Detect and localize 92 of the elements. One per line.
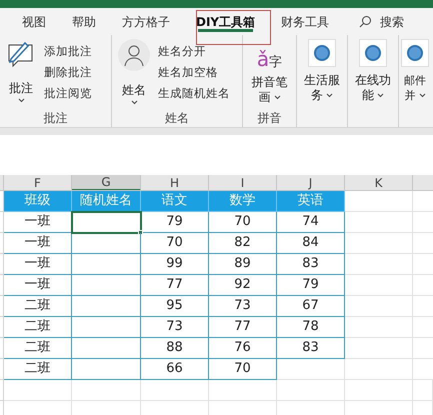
header-cell: 语文 bbox=[141, 191, 209, 212]
table-cell: 二班 bbox=[4, 338, 72, 359]
table-cell: 82 bbox=[209, 233, 277, 254]
table-cell: 92 bbox=[209, 275, 277, 296]
table-cell: 95 bbox=[141, 296, 209, 317]
ribbon-command[interactable]: 生成随机姓名 bbox=[158, 83, 230, 104]
empty-cell[interactable] bbox=[413, 380, 433, 401]
ribbon-tab[interactable]: 方方格子 bbox=[120, 8, 172, 35]
empty-cell[interactable] bbox=[345, 233, 413, 254]
table-cell: 83 bbox=[277, 338, 345, 359]
service-button[interactable]: 邮件 并 bbox=[401, 39, 429, 109]
column-header[interactable]: G bbox=[72, 175, 141, 190]
table-cell: 89 bbox=[209, 254, 277, 275]
empty-cell[interactable] bbox=[141, 380, 209, 401]
group-label: 批注 bbox=[44, 111, 68, 125]
table-cell: 70 bbox=[141, 233, 209, 254]
group-label: 拼音 bbox=[258, 111, 282, 125]
search-button[interactable]: 搜索 bbox=[359, 12, 404, 30]
table-cell: 84 bbox=[277, 233, 345, 254]
name-button[interactable]: 姓名 bbox=[116, 39, 152, 109]
table-cell: 99 bbox=[141, 254, 209, 275]
table-cell: 73 bbox=[141, 317, 209, 338]
header-cell: 班级 bbox=[4, 191, 72, 212]
empty-cell[interactable] bbox=[345, 212, 413, 233]
table-cell: 70 bbox=[209, 359, 277, 380]
empty-cell[interactable] bbox=[4, 380, 72, 401]
table-cell[interactable] bbox=[72, 317, 141, 338]
person-icon bbox=[118, 39, 150, 71]
caret-icon bbox=[326, 93, 333, 98]
service-button[interactable]: 在线功 能 bbox=[353, 39, 393, 109]
caret-icon bbox=[18, 98, 24, 103]
table-cell[interactable] bbox=[72, 233, 141, 254]
comment-button[interactable]: 批注 bbox=[4, 39, 38, 109]
service-button[interactable]: 生活服 务 bbox=[302, 39, 342, 109]
table-cell: 79 bbox=[141, 212, 209, 233]
ribbon-tab[interactable]: DIY工具箱 bbox=[194, 8, 258, 35]
table-cell: 70 bbox=[209, 212, 277, 233]
caret-icon bbox=[130, 100, 138, 105]
header-cell: 英语 bbox=[277, 191, 345, 212]
pinyin-button[interactable]: ǎ字 拼音笔 画 bbox=[250, 39, 290, 109]
ribbon-command[interactable]: 添加批注 bbox=[44, 41, 92, 62]
ribbon-tab[interactable]: 财务工具 bbox=[279, 8, 332, 35]
ribbon-command[interactable]: 删除批注 bbox=[44, 62, 92, 83]
table-cell: 二班 bbox=[4, 317, 72, 338]
empty-cell[interactable] bbox=[345, 380, 413, 401]
table-cell: 83 bbox=[277, 254, 345, 275]
ribbon-command[interactable]: 批注阅览 bbox=[44, 83, 92, 104]
table-cell: 一班 bbox=[4, 212, 72, 233]
header-cell: 随机姓名 bbox=[72, 191, 141, 212]
empty-cell[interactable] bbox=[345, 359, 413, 380]
empty-cell[interactable] bbox=[345, 275, 413, 296]
table-cell[interactable] bbox=[72, 254, 141, 275]
table-cell: 78 bbox=[277, 317, 345, 338]
table-cell: 76 bbox=[209, 338, 277, 359]
ribbon-command[interactable]: 姓名分开 bbox=[158, 41, 230, 62]
ribbon-tab[interactable]: 视图 bbox=[20, 8, 48, 35]
table-cell: 二班 bbox=[4, 296, 72, 317]
group-label: 姓名 bbox=[165, 111, 189, 125]
table-cell: 73 bbox=[209, 296, 277, 317]
table-cell[interactable] bbox=[72, 359, 141, 380]
table-cell: 66 bbox=[141, 359, 209, 380]
empty-cell[interactable] bbox=[345, 296, 413, 317]
table-cell[interactable] bbox=[72, 338, 141, 359]
ribbon-tab[interactable]: 帮助 bbox=[70, 8, 98, 35]
table-cell: 74 bbox=[277, 212, 345, 233]
table-cell[interactable] bbox=[72, 275, 141, 296]
ribbon-command[interactable]: 姓名加空格 bbox=[158, 62, 230, 83]
search-icon bbox=[359, 15, 372, 28]
table-cell: 一班 bbox=[4, 254, 72, 275]
empty-cell[interactable] bbox=[345, 254, 413, 275]
table-cell: 88 bbox=[141, 338, 209, 359]
column-header[interactable]: K bbox=[345, 175, 413, 190]
table-cell: 一班 bbox=[4, 233, 72, 254]
pinyin-icon: ǎ字 bbox=[256, 39, 282, 69]
table-cell: 77 bbox=[141, 275, 209, 296]
empty-cell[interactable] bbox=[209, 380, 277, 401]
table-cell: 一班 bbox=[4, 275, 72, 296]
table-cell: 77 bbox=[209, 317, 277, 338]
empty-cell[interactable] bbox=[277, 380, 345, 401]
table-cell: 67 bbox=[277, 296, 345, 317]
empty-cell[interactable] bbox=[345, 317, 413, 338]
empty-cell[interactable] bbox=[72, 380, 141, 401]
empty-cell[interactable] bbox=[277, 359, 345, 380]
table-cell: 79 bbox=[277, 275, 345, 296]
caret-icon bbox=[418, 93, 426, 98]
caret-icon bbox=[274, 95, 280, 100]
empty-cell[interactable] bbox=[345, 338, 413, 359]
caret-icon bbox=[377, 93, 384, 98]
table-cell[interactable] bbox=[72, 296, 141, 317]
table-cell: 二班 bbox=[4, 359, 72, 380]
header-cell: 数学 bbox=[209, 191, 277, 212]
table-cell[interactable] bbox=[72, 212, 141, 233]
